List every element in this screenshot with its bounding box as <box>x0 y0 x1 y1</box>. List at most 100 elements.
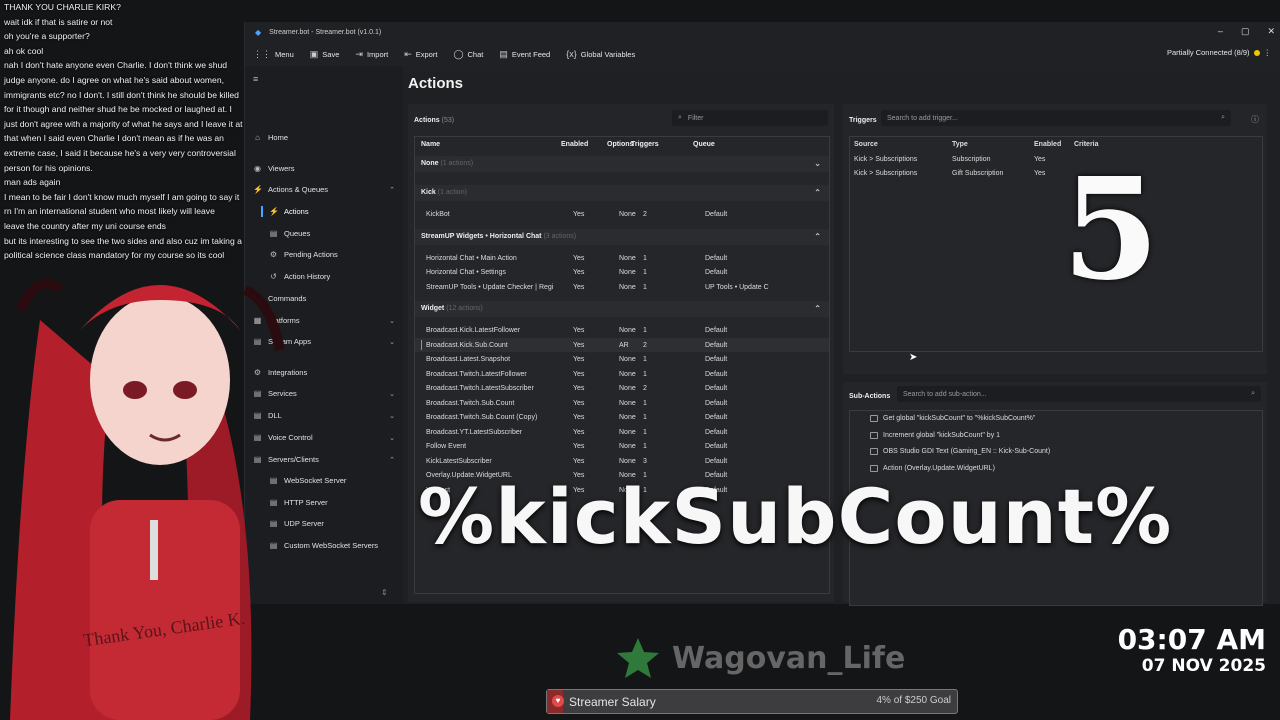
goal-bar: ♥ Streamer Salary 4% of $250 Goal <box>546 689 958 714</box>
connection-status[interactable]: Partially Connected (8/9) ⋮ <box>1167 48 1271 57</box>
sidebar-item-home[interactable]: ⌂ Home <box>253 133 395 142</box>
triggers-table: Source Type Enabled Criteria Kick > Subscrip… <box>849 136 1263 352</box>
menu-label: Event Feed <box>511 49 551 59</box>
more-icon[interactable]: ⋮ <box>1264 48 1272 57</box>
menu-event-feed-button[interactable]: ▤ Event Feed <box>499 49 550 60</box>
brand-name: Wagovan_Life <box>672 640 906 676</box>
table-row[interactable]: Broadcast.Twitch.Sub.Count Yes None 1 Defaul… <box>415 396 829 410</box>
maximize-icon[interactable]: ▢ <box>1241 26 1250 37</box>
chevron-icon[interactable]: ⌃ <box>814 304 821 313</box>
menu-import-button[interactable]: ⇥ Import <box>355 49 388 60</box>
table-cell: Yes <box>573 385 585 392</box>
table-row[interactable]: Horizontal Chat • Main Action Yes None 1 Def… <box>415 251 829 265</box>
sidebar-item-queues[interactable]: ▤ Queues <box>269 229 395 238</box>
column-header[interactable]: Options <box>607 141 633 148</box>
subaction-item[interactable]: Get global "kickSubCount" to "%kickSubCo… <box>870 415 1035 422</box>
chevron-icon[interactable]: ⌄ <box>389 338 395 346</box>
column-header[interactable]: Queue <box>693 141 715 148</box>
triggers-panel: Triggers Search to add trigger... ⌕ ⓘ So… <box>843 104 1267 374</box>
chevron-icon[interactable]: ⌄ <box>389 412 395 420</box>
hamburger-icon[interactable]: ≡ <box>253 74 258 84</box>
table-cell: 1 <box>643 283 647 291</box>
table-row[interactable]: Broadcast.Twitch.Sub.Count (Copy) Yes None… <box>415 410 829 424</box>
action-group-header[interactable]: Widget (12 actions) ⌃ <box>415 301 829 317</box>
table-cell: Default <box>705 414 728 421</box>
table-row[interactable]: Broadcast.Twitch.LatestFollower Yes None 1 D… <box>415 367 829 381</box>
group-name-text: None <box>421 160 439 167</box>
chevron-icon[interactable]: ⌃ <box>814 188 821 197</box>
table-cell: Yes <box>573 356 585 363</box>
sidebar-item-label: Home <box>268 133 289 142</box>
trigger-cell[interactable]: Kick > Subscriptions <box>854 156 917 163</box>
menu-global-variables-button[interactable]: {x} Global Variables <box>566 49 635 60</box>
table-cell: KickBot <box>426 211 450 218</box>
table-row[interactable]: Broadcast.Kick.Sub.Count Yes AR 2 Default <box>415 337 829 352</box>
column-header[interactable]: Type <box>952 141 968 148</box>
trigger-search-input[interactable]: Search to add trigger... ⌕ <box>881 110 1231 126</box>
menu-chat-button[interactable]: ◯ Chat <box>453 49 483 60</box>
minimize-icon[interactable]: – <box>1218 26 1223 37</box>
column-header[interactable]: Enabled <box>561 141 588 148</box>
sidebar-scroll-icon[interactable]: ⇕ <box>381 588 388 597</box>
table-row[interactable]: Broadcast.Latest.Snapshot Yes None 1 Default <box>415 352 829 366</box>
chat-message: ah ok cool <box>4 45 44 56</box>
info-icon[interactable]: ⓘ <box>1251 114 1259 125</box>
action-group-header[interactable]: Kick (1 action) ⌃ <box>415 185 829 201</box>
table-row[interactable]: KickLatestSubscriber Yes None 3 Default <box>415 454 829 468</box>
trigger-cell[interactable]: Yes <box>1034 156 1045 163</box>
chevron-icon[interactable]: ⌄ <box>814 159 821 168</box>
group-count: (1 action) <box>437 189 467 196</box>
table-cell: 1 <box>643 269 647 276</box>
table-row[interactable]: Broadcast.Twitch.LatestSubscriber Yes None… <box>415 381 829 395</box>
chevron-icon[interactable]: ⌄ <box>389 390 395 398</box>
action-group-header[interactable]: None (1 actions) ⌄ <box>415 156 829 172</box>
goal-amount: 4% of $250 Goal <box>876 695 952 706</box>
subaction-item[interactable]: Increment global "kickSubCount" by 1 <box>870 431 1000 439</box>
table-row[interactable]: StreamUP Tools • Update Checker | Regi Ye… <box>415 280 829 294</box>
subaction-item[interactable]: Action (Overlay.Update.WidgetURL) <box>870 464 995 472</box>
sidebar-item-label: Actions & Queues <box>268 185 329 194</box>
column-header[interactable]: Criteria <box>1074 141 1099 148</box>
trigger-cell[interactable]: Subscription <box>952 156 991 163</box>
table-row[interactable]: Horizontal Chat • Settings Yes None 1 Defaul… <box>415 265 829 279</box>
table-cell: 2 <box>643 341 647 349</box>
close-icon[interactable]: ✕ <box>1267 26 1275 37</box>
chat-message: man ads again <box>4 177 61 188</box>
chevron-icon[interactable]: ⌄ <box>389 317 395 325</box>
table-cell: Default <box>705 385 728 392</box>
column-header[interactable]: Source <box>854 141 878 148</box>
menu-menu-button[interactable]: ⋮⋮ Menu <box>253 49 294 60</box>
actions-filter-input[interactable]: ⌕ Filter <box>672 110 828 126</box>
chevron-icon[interactable]: ⌄ <box>389 434 395 442</box>
trigger-cell[interactable]: Yes <box>1034 170 1045 177</box>
table-row[interactable]: Broadcast.YT.LatestSubscriber Yes None 1 Def… <box>415 425 829 439</box>
sidebar-item-actions[interactable]: ⚡ Actions <box>261 206 395 217</box>
chevron-icon[interactable]: ⌃ <box>389 456 395 464</box>
group-count: (1 actions) <box>440 160 474 167</box>
connection-status-text: Partially Connected (8/9) <box>1166 48 1250 57</box>
column-header[interactable]: Enabled <box>1034 141 1061 148</box>
table-row[interactable]: Follow Event Yes None 1 Default <box>415 439 829 453</box>
column-header[interactable]: Name <box>421 141 440 148</box>
menu-save-button[interactable]: ▣ Save <box>310 49 340 60</box>
trigger-cell[interactable]: Gift Subscription <box>952 170 1003 177</box>
table-row[interactable]: KickBot Yes None 2 Default <box>415 207 829 221</box>
subaction-search-input[interactable]: Search to add sub-action... ⌕ <box>897 386 1261 402</box>
clock-overlay: 03:07 AM 07 NOV 2025 <box>1118 624 1266 677</box>
menu-export-button[interactable]: ⇤ Export <box>404 49 437 60</box>
group-count: (12 actions) <box>446 305 483 312</box>
column-header[interactable]: Triggers <box>631 141 659 148</box>
table-cell: StreamUP Tools • Update Checker | Regi <box>426 283 554 291</box>
chevron-icon[interactable]: ⌃ <box>389 186 395 194</box>
sidebar-item-pending-actions[interactable]: ⚙ Pending Actions <box>269 250 395 259</box>
group-name: StreamUP Widgets • Horizontal Chat (3 ac… <box>421 233 576 240</box>
table-cell: Yes <box>573 254 585 262</box>
table-cell: Broadcast.Twitch.LatestFollower <box>426 370 527 378</box>
chevron-icon[interactable]: ⌃ <box>814 232 821 241</box>
table-row[interactable]: Broadcast.Kick.LatestFollower Yes None 1 Def… <box>415 323 829 337</box>
sidebar-item-actions-queues[interactable]: ⚡ Actions & Queues ⌃ <box>253 185 395 194</box>
action-group-header[interactable]: StreamUP Widgets • Horizontal Chat (3 ac… <box>415 228 829 245</box>
sidebar-item-viewers[interactable]: ◉ Viewers <box>253 164 395 173</box>
trigger-cell[interactable]: Kick > Subscriptions <box>854 170 917 177</box>
subaction-item[interactable]: OBS Studio GDI Text (Gaming_EN :: Kick-S… <box>870 448 1050 455</box>
